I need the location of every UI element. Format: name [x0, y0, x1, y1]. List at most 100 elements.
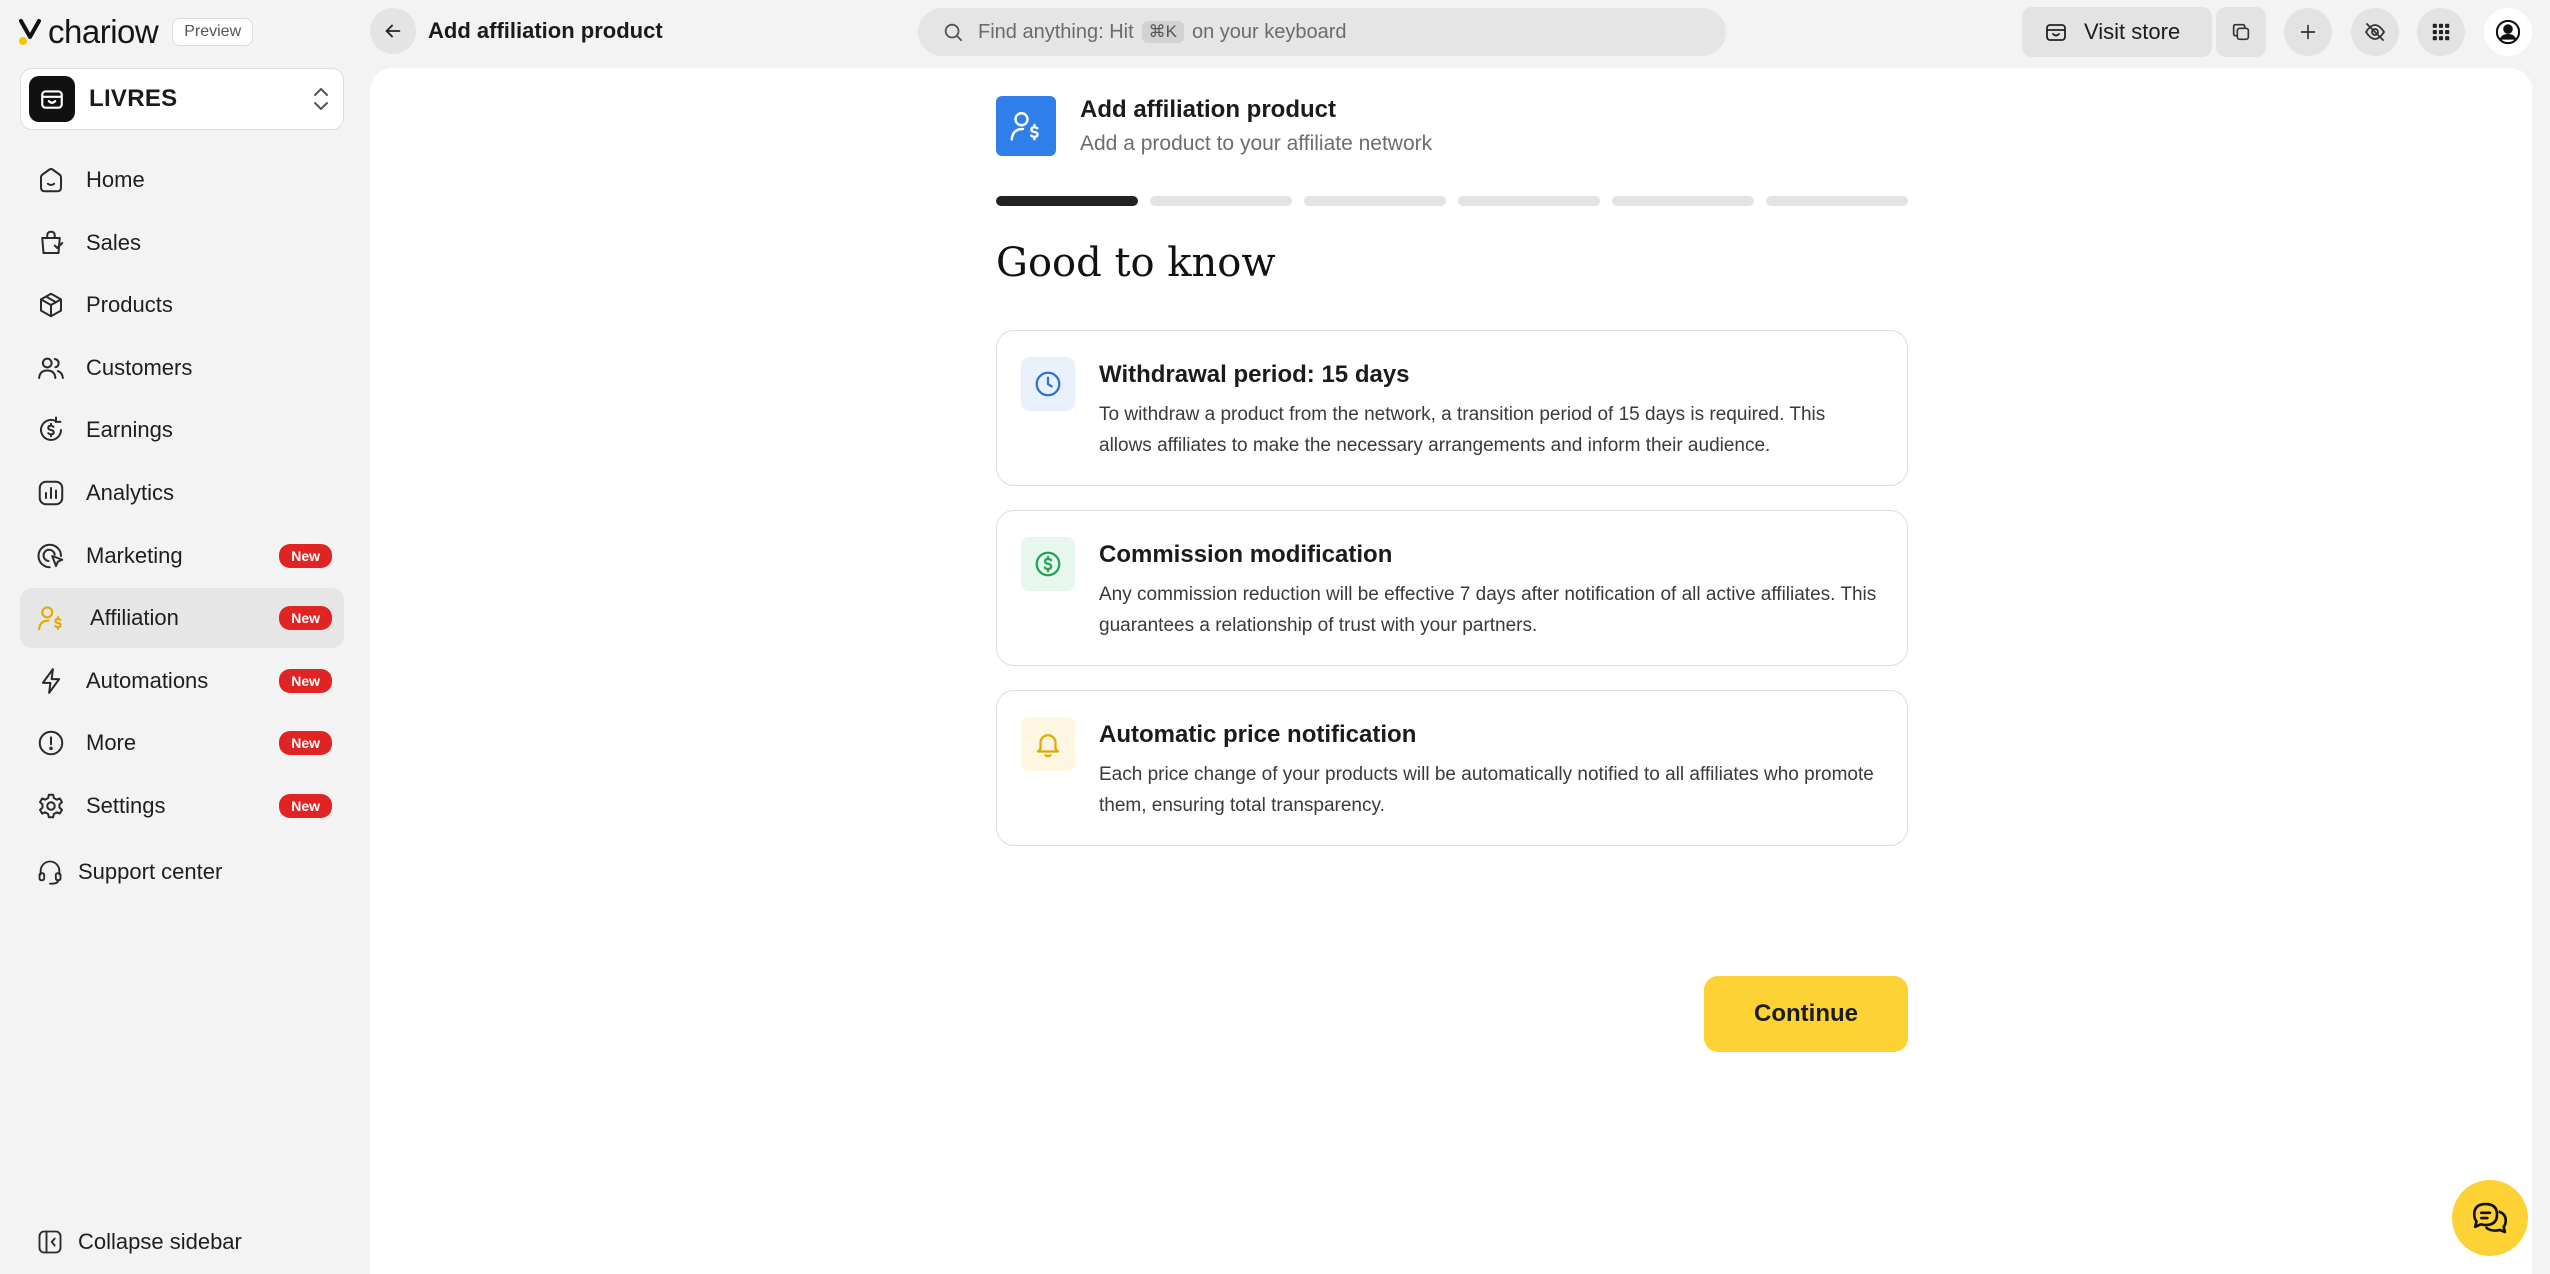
search-shortcut-kbd: ⌘K: [1141, 21, 1184, 43]
sidebar-item-label: Marketing: [86, 542, 183, 568]
headset-icon: [38, 860, 62, 885]
affiliation-icon: [38, 606, 62, 631]
support-center-label: Support center: [78, 859, 223, 884]
plus-icon: [2300, 24, 2316, 40]
sidebar-item-customers[interactable]: Customers: [20, 338, 344, 398]
marketing-icon: [37, 543, 64, 568]
info-card-withdrawal: Withdrawal period: 15 days To withdraw a…: [996, 330, 1908, 486]
visit-store-label: Visit store: [2084, 19, 2181, 44]
sidebar-item-label: More: [86, 730, 137, 756]
users-icon: [38, 357, 64, 379]
sidebar-item-marketing[interactable]: Marketing New: [20, 526, 344, 586]
step-progress: [996, 196, 1908, 206]
sidebar-nav: Home Sales Products Customers Earnings A…: [20, 150, 344, 839]
card-text: Any commission reduction will be effecti…: [1099, 584, 1877, 636]
bell-icon: [1021, 717, 1075, 771]
sidebar-collapse-icon: [38, 1230, 62, 1254]
sidebar: chariow Preview LIVRES Home Sales Produc…: [0, 0, 366, 1274]
card-title: Withdrawal period: 15 days: [1099, 361, 1410, 388]
back-button[interactable]: [370, 8, 416, 54]
eye-off-icon: [2364, 23, 2386, 41]
sidebar-item-label: Affiliation: [90, 605, 179, 631]
sidebar-item-affiliation[interactable]: Affiliation New: [20, 588, 344, 649]
info-card-price-notification: Automatic price notification Each price …: [996, 690, 1908, 846]
new-badge: New: [279, 731, 332, 756]
wizard-header: Add affiliation product Add a product to…: [996, 96, 1908, 156]
new-badge: New: [279, 668, 332, 693]
sidebar-item-home[interactable]: Home: [20, 150, 344, 210]
visit-store-button[interactable]: Visit store: [2022, 7, 2212, 57]
sidebar-item-automations[interactable]: Automations New: [20, 651, 344, 711]
sidebar-item-label: Earnings: [86, 417, 173, 443]
sidebar-item-label: Automations: [86, 667, 209, 693]
new-badge: New: [279, 543, 332, 568]
sidebar-item-label: Products: [86, 292, 173, 318]
chevron-up-down-icon: [314, 88, 328, 110]
sidebar-item-label: Customers: [86, 354, 193, 380]
new-badge: New: [279, 793, 332, 818]
clock-icon: [1021, 357, 1075, 411]
collapse-sidebar-label: Collapse sidebar: [78, 1229, 242, 1254]
support-center-link[interactable]: Support center: [36, 858, 222, 886]
info-cards: Withdrawal period: 15 days To withdraw a…: [996, 330, 1908, 846]
search-placeholder-suffix: on your keyboard: [1191, 20, 1347, 43]
add-button[interactable]: [2284, 8, 2332, 56]
sidebar-item-analytics[interactable]: Analytics: [20, 463, 344, 523]
grid-icon: [2432, 23, 2450, 41]
progress-step-1: [996, 196, 1138, 206]
wizard-content: Add affiliation product Add a product to…: [996, 96, 1908, 1052]
support-chat-button[interactable]: [2452, 1180, 2528, 1256]
home-icon: [40, 168, 62, 193]
sidebar-item-settings[interactable]: Settings New: [20, 776, 344, 836]
sidebar-item-label: Settings: [86, 792, 166, 818]
progress-step-2: [1150, 196, 1292, 206]
sidebar-item-products[interactable]: Products: [20, 275, 344, 335]
sidebar-item-earnings[interactable]: Earnings: [20, 400, 344, 460]
avatar[interactable]: [2484, 8, 2532, 56]
progress-step-5: [1612, 196, 1754, 206]
sidebar-item-more[interactable]: More New: [20, 713, 344, 773]
box-icon: [40, 292, 62, 318]
dollar-circle-icon: [1021, 537, 1075, 591]
collapse-sidebar-button[interactable]: Collapse sidebar: [36, 1228, 242, 1256]
copy-link-button[interactable]: [2216, 7, 2266, 57]
card-title: Automatic price notification: [1099, 721, 1417, 748]
page-title: Add affiliation product: [428, 18, 663, 43]
wizard-subtitle: Add a product to your affiliate network: [1080, 132, 1433, 155]
preview-badge: Preview: [172, 18, 254, 46]
dollar-refresh-icon: [40, 416, 62, 442]
search-input[interactable]: Find anything: Hit ⌘K on your keyboard: [918, 8, 1726, 56]
arrow-left-icon: [385, 24, 401, 38]
brand-logo[interactable]: chariow: [18, 13, 159, 51]
progress-step-6: [1766, 196, 1908, 206]
card-text: Each price change of your products will …: [1099, 764, 1874, 816]
section-heading: Good to know: [996, 240, 1276, 286]
store-switcher[interactable]: LIVRES: [20, 68, 344, 130]
progress-step-4: [1458, 196, 1600, 206]
gear-icon: [39, 793, 63, 819]
chariow-logo-icon: [19, 19, 41, 45]
main-panel: Add affiliation product Add a product to…: [370, 68, 2532, 1274]
sidebar-item-label: Analytics: [86, 479, 175, 505]
logo-row: chariow Preview: [18, 13, 254, 51]
chat-bubbles-icon: [2472, 1202, 2508, 1234]
store-icon: [2046, 24, 2066, 41]
lightning-icon: [41, 667, 61, 694]
store-logo-icon: [29, 76, 75, 122]
apps-button[interactable]: [2417, 8, 2465, 56]
copy-icon: [2232, 23, 2250, 41]
store-name: LIVRES: [89, 85, 178, 112]
sidebar-item-label: Sales: [86, 229, 142, 255]
wizard-title: Add affiliation product: [1080, 96, 1336, 123]
search-icon: [944, 23, 963, 42]
progress-step-3: [1304, 196, 1446, 206]
bar-chart-icon: [38, 480, 64, 506]
info-card-commission: Commission modification Any commission r…: [996, 510, 1908, 666]
affiliate-product-icon: [996, 96, 1056, 156]
continue-button[interactable]: Continue: [1704, 976, 1908, 1052]
sidebar-item-sales[interactable]: Sales: [20, 213, 344, 273]
shopping-bag-icon: [41, 230, 64, 254]
info-circle-icon: [38, 731, 64, 756]
top-bar: Add affiliation product Find anything: H…: [366, 0, 2550, 64]
visibility-toggle-button[interactable]: [2351, 8, 2399, 56]
